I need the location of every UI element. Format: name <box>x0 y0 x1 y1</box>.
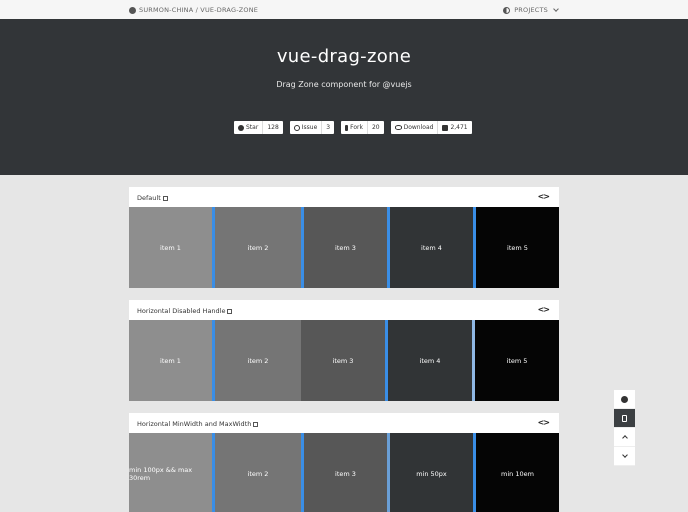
chevron-up-icon <box>621 435 628 441</box>
side-toolbar <box>614 390 635 466</box>
zone-item: item 4 <box>390 207 473 288</box>
top-nav: SURMON-CHINA / VUE-DRAG-ZONE PROJECTS <box>0 0 688 19</box>
scroll-bottom-button[interactable] <box>614 447 635 466</box>
zone-item: item 2 <box>215 320 301 401</box>
demo-section-default: Default <> item 1 item 2 item 3 item 4 i… <box>129 187 559 288</box>
external-link-icon[interactable] <box>227 308 233 314</box>
demo-section-disabled-handle: Horizontal Disabled Handle <> item 1 ite… <box>129 300 559 401</box>
zone-item: item 2 <box>215 433 301 512</box>
badge-label: Download <box>403 124 434 131</box>
zone-item: min 100px && max 30rem <box>129 433 212 512</box>
badge-count: 3 <box>321 121 334 134</box>
zone-item: item 3 <box>304 207 387 288</box>
zone-item: item 3 <box>304 433 387 512</box>
zone-item: item 2 <box>215 207 301 288</box>
save-icon <box>622 414 627 422</box>
github-icon <box>621 395 628 403</box>
download-badge[interactable]: Download 2,471 <box>390 121 472 134</box>
section-header: Default <> <box>129 187 559 207</box>
breadcrumb[interactable]: SURMON-CHINA / VUE-DRAG-ZONE <box>129 6 258 14</box>
zone-item: item 3 <box>301 320 385 401</box>
npm-icon <box>442 124 449 131</box>
page-title: vue-drag-zone <box>276 46 412 67</box>
badge-count: 2,471 <box>450 124 468 131</box>
scroll-top-button[interactable] <box>614 428 635 447</box>
code-toggle-icon[interactable]: <> <box>538 418 550 427</box>
badge-count: 128 <box>262 121 282 134</box>
code-toggle-icon[interactable]: <> <box>538 192 550 201</box>
zone-item: min 10em <box>476 433 559 512</box>
page-subtitle: Drag Zone component for @vuejs <box>276 80 412 89</box>
issue-badge[interactable]: Issue 3 <box>289 121 335 134</box>
zone-item: item 1 <box>129 320 212 401</box>
fork-icon <box>345 124 349 131</box>
section-header: Horizontal Disabled Handle <> <box>129 300 559 320</box>
zone-item: item 4 <box>388 320 472 401</box>
badge-row: Star 128 Issue 3 Fork 20 Download 2,471 <box>234 121 472 134</box>
github-icon <box>238 124 244 131</box>
section-title-link[interactable]: Horizontal MinWidth and MaxWidth <box>137 420 259 428</box>
download-icon <box>394 125 402 130</box>
badge-count: 20 <box>366 121 384 134</box>
theme-toggle-icon[interactable] <box>503 6 511 14</box>
star-badge[interactable]: Star 128 <box>234 121 283 134</box>
drag-zone: item 1 item 2 item 3 item 4 item 5 <box>129 320 559 401</box>
code-toggle-icon[interactable]: <> <box>538 305 550 314</box>
hero-banner: vue-drag-zone Drag Zone component for @v… <box>0 19 688 175</box>
github-icon <box>129 6 136 14</box>
section-header: Horizontal MinWidth and MaxWidth <> <box>129 413 559 433</box>
save-button[interactable] <box>614 409 635 428</box>
external-link-icon[interactable] <box>162 195 168 201</box>
zone-item: item 5 <box>476 207 559 288</box>
badge-label: Issue <box>301 124 318 131</box>
external-link-icon[interactable] <box>253 421 259 427</box>
zone-item: item 5 <box>475 320 559 401</box>
section-title[interactable]: Horizontal Disabled Handle <box>137 307 225 315</box>
section-title[interactable]: Horizontal MinWidth and MaxWidth <box>137 420 251 428</box>
fork-badge[interactable]: Fork 20 <box>341 121 384 134</box>
zone-item: item 1 <box>129 207 212 288</box>
section-title-link[interactable]: Default <box>137 194 168 202</box>
drag-zone: item 1 item 2 item 3 item 4 item 5 <box>129 207 559 288</box>
issue-icon <box>293 124 300 131</box>
drag-zone: min 100px && max 30rem item 2 item 3 min… <box>129 433 559 512</box>
demo-section-min-max-width: Horizontal MinWidth and MaxWidth <> min … <box>129 413 559 512</box>
section-title[interactable]: Default <box>137 194 161 202</box>
projects-label[interactable]: PROJECTS <box>514 6 548 14</box>
chevron-down-icon <box>553 6 559 12</box>
zone-item: min 50px <box>390 433 473 512</box>
projects-menu[interactable]: PROJECTS <box>503 6 559 14</box>
github-button[interactable] <box>614 390 635 409</box>
section-title-link[interactable]: Horizontal Disabled Handle <box>137 307 233 315</box>
breadcrumb-text[interactable]: SURMON-CHINA / VUE-DRAG-ZONE <box>139 6 258 14</box>
badge-label: Fork <box>350 124 363 131</box>
chevron-down-icon <box>621 452 628 458</box>
badge-label: Star <box>246 124 259 131</box>
